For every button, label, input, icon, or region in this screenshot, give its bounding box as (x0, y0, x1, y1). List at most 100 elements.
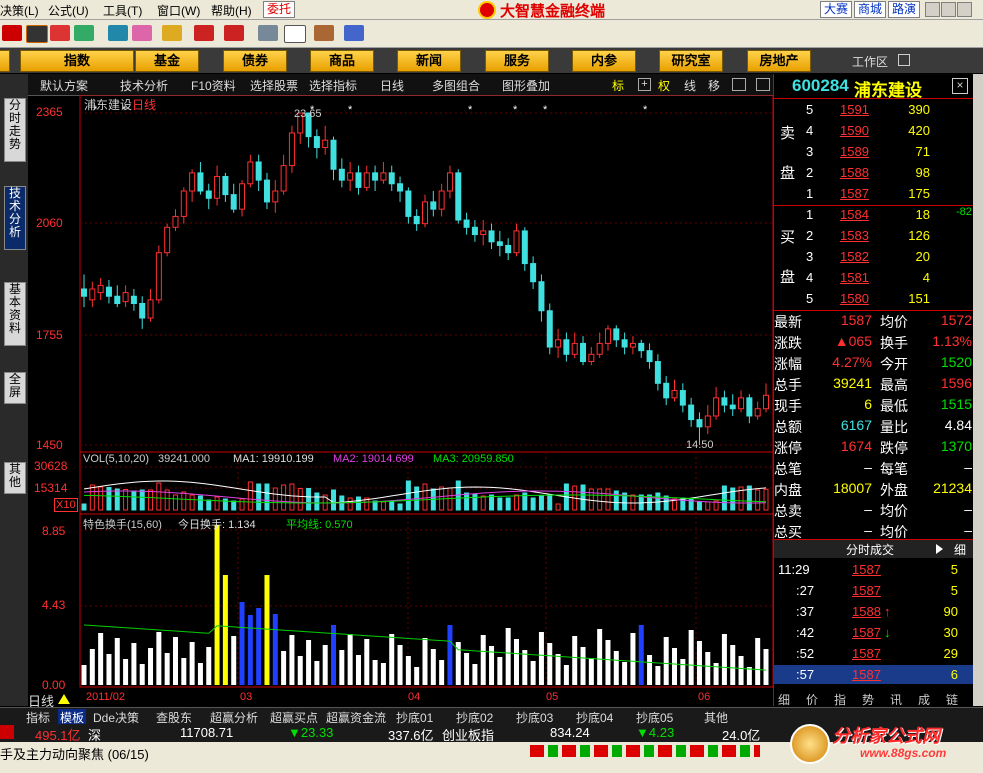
document-icon[interactable] (284, 25, 306, 43)
menu-tools[interactable]: 工具(T) (103, 2, 142, 19)
turnover-bar (297, 656, 303, 685)
select-indicator-button[interactable]: 选择指标 (309, 77, 357, 94)
scheme-select[interactable]: 默认方案 (40, 77, 88, 94)
flower-icon[interactable] (132, 25, 152, 41)
quote-bottom-tab[interactable]: 讯 (890, 691, 902, 708)
turnover-bar (214, 525, 220, 685)
news-ticker[interactable]: 手及主力动向聚焦 (06/15) (0, 744, 149, 763)
chart-icon[interactable] (108, 25, 128, 41)
window-toggle-icon[interactable] (732, 78, 746, 91)
nav-bond[interactable]: 债券 (223, 50, 287, 72)
minimize-button[interactable] (925, 2, 940, 17)
quote-bottom-tab[interactable]: 链 (946, 691, 958, 708)
candle-body (446, 172, 453, 192)
stock-code: 600284 (792, 76, 849, 95)
quote-bottom-tab[interactable]: 细 (778, 691, 790, 708)
contest-link[interactable]: 大赛 (820, 1, 853, 18)
menu-formula[interactable]: 公式(U) (48, 2, 89, 19)
volume-bar (131, 490, 137, 511)
tab-fullscreen[interactable]: 全屏 (4, 372, 26, 404)
books-icon[interactable] (314, 25, 334, 41)
ticks-title: 分时成交 (846, 543, 895, 557)
menu-window[interactable]: 窗口(W) (157, 2, 200, 19)
nav-research[interactable]: 研究室 (659, 50, 723, 72)
ticks-header[interactable]: 分时成交 细 (774, 539, 974, 558)
nav-service[interactable]: 服务 (485, 50, 549, 72)
period-up-icon[interactable] (58, 694, 70, 704)
quote-bottom-tab[interactable]: 成 (918, 691, 930, 708)
fire-icon[interactable] (50, 25, 70, 41)
f10-button[interactable]: F10资料 (191, 77, 236, 94)
quote-bottom-tab[interactable]: 势 (862, 691, 874, 708)
tab-other[interactable]: 其他 (4, 462, 26, 494)
bid-price[interactable]: 1582 (840, 249, 869, 264)
menu-help[interactable]: 帮助(H) (211, 2, 252, 19)
ticks-expand-icon[interactable] (936, 544, 943, 554)
candle-body (247, 161, 254, 185)
nav-prev-button[interactable] (0, 50, 10, 72)
binoculars-icon[interactable] (74, 25, 94, 41)
window-icon[interactable] (258, 25, 278, 41)
candle-body (422, 201, 428, 225)
tick-price[interactable]: 1587 (852, 625, 881, 640)
nav-realestate[interactable]: 房地产 (747, 50, 811, 72)
workspace-close-icon[interactable] (898, 54, 910, 66)
close-icon[interactable]: × (952, 78, 968, 94)
red-icon[interactable] (2, 25, 22, 41)
nav-insider[interactable]: 内参 (572, 50, 636, 72)
tick-price[interactable]: 1587 (852, 646, 881, 661)
turnover-bar (422, 638, 428, 685)
ask-price[interactable]: 1591 (840, 102, 869, 117)
close-button[interactable] (957, 2, 972, 17)
bid-level: 4 (806, 270, 814, 285)
candle-body (263, 179, 270, 203)
period-select[interactable]: 日线 (380, 77, 404, 94)
bid-price[interactable]: 1583 (840, 228, 869, 243)
mall-link[interactable]: 商城 (854, 1, 887, 18)
quote-icon[interactable] (26, 25, 48, 43)
target2-icon[interactable] (224, 25, 244, 41)
quote-bottom-tab[interactable]: 指 (834, 691, 846, 708)
restore-button[interactable] (941, 2, 956, 17)
tick-price[interactable]: 1587 (852, 667, 881, 682)
ask-price[interactable]: 1589 (840, 144, 869, 159)
crosshair-icon[interactable]: + (638, 78, 651, 91)
ticks-detail[interactable]: 细 (954, 541, 966, 558)
multi-chart-select[interactable]: 多图组合 (432, 77, 480, 94)
tab-intraday[interactable]: 分时走势 (4, 98, 26, 162)
rights-button[interactable]: 权 (658, 77, 670, 94)
select-stock-button[interactable]: 选择股票 (250, 77, 298, 94)
tech-analysis-select[interactable]: 技术分析 (120, 77, 168, 94)
overlay-select[interactable]: 图形叠加 (502, 77, 550, 94)
bid-price[interactable]: 1581 (840, 270, 869, 285)
roadshow-link[interactable]: 路演 (888, 1, 921, 18)
bid-price[interactable]: 1580 (840, 291, 869, 306)
tick-price[interactable]: 1587 (852, 583, 881, 598)
target-icon[interactable] (194, 25, 214, 41)
chart-area[interactable]: * * * * * * * * 浦东建设 日线 2365 2060 1755 1450 23.… (28, 95, 774, 709)
tab-technical[interactable]: 技术分析 (4, 186, 26, 250)
line-button[interactable]: 线 (684, 77, 696, 94)
nav-commodity[interactable]: 商品 (310, 50, 374, 72)
workspace-button[interactable]: 工作区 (852, 53, 888, 70)
mark-button[interactable]: 标 (612, 77, 624, 94)
nav-index[interactable]: 指数 (20, 50, 134, 72)
nav-fund[interactable]: 基金 (135, 50, 199, 72)
ask-price[interactable]: 1590 (840, 123, 869, 138)
tick-price[interactable]: 1588 (852, 604, 881, 619)
quote-bottom-tab[interactable]: 价 (806, 691, 818, 708)
candle-body (754, 408, 761, 417)
move-button[interactable]: 移 (708, 77, 720, 94)
trade-button[interactable]: 委托 (263, 1, 296, 18)
bid-price[interactable]: 1584 (840, 207, 869, 222)
help-icon[interactable] (344, 25, 364, 41)
menu-decision[interactable]: 决策(L) (0, 2, 39, 19)
ask-price[interactable]: 1588 (840, 165, 869, 180)
tab-fundamentals[interactable]: 基本资料 (4, 282, 26, 346)
diamond-icon[interactable] (162, 25, 182, 41)
settings-icon[interactable] (756, 78, 770, 91)
ask-price[interactable]: 1587 (840, 186, 869, 201)
tick-price[interactable]: 1587 (852, 562, 881, 577)
right-scrollbar[interactable] (973, 74, 983, 706)
nav-news[interactable]: 新闻 (397, 50, 461, 72)
